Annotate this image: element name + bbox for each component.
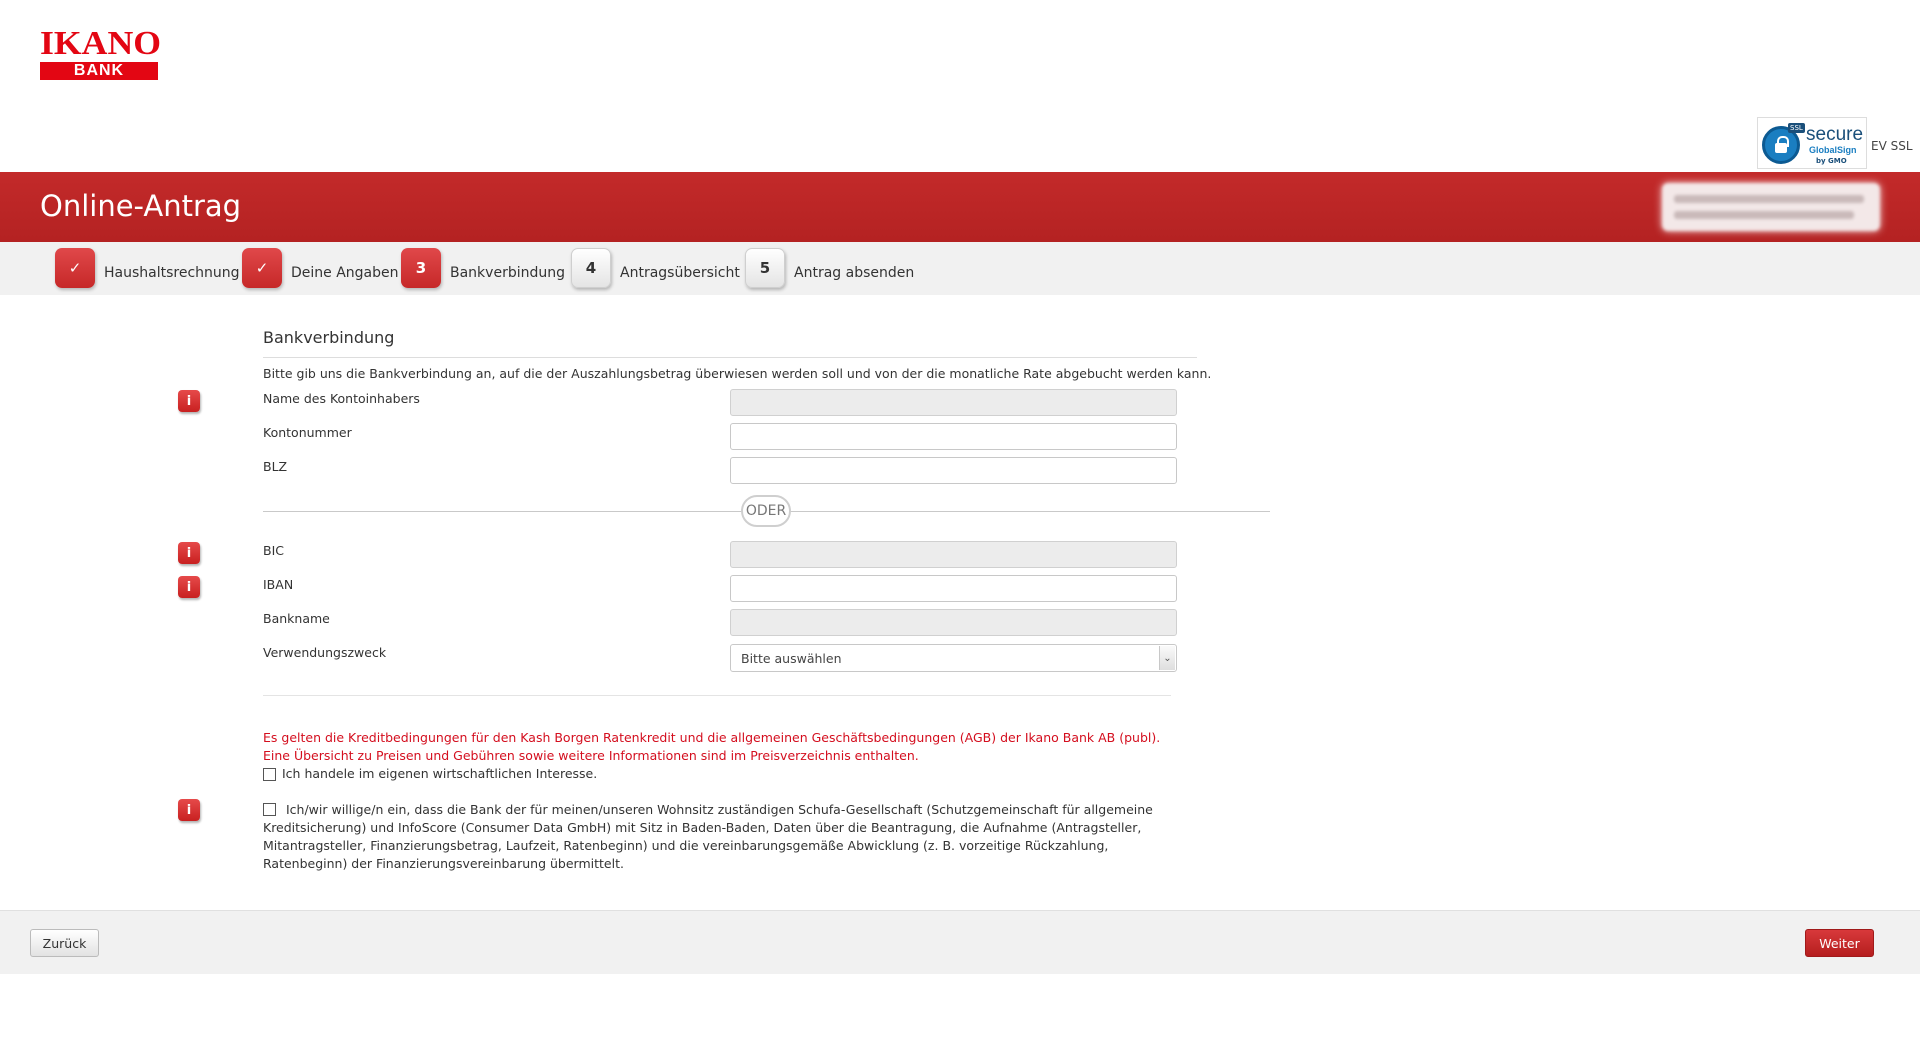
step-number: 4	[571, 248, 611, 288]
step-number: 5	[745, 248, 785, 288]
schufa-consent[interactable]: Ich/wir willige/n ein, dass die Bank der…	[263, 801, 1193, 873]
step-label: Bankverbindung	[450, 265, 565, 281]
step-haushaltsrechnung[interactable]: ✓ Haushaltsrechnung	[55, 248, 240, 288]
info-icon[interactable]: i	[178, 542, 200, 564]
chevron-down-icon[interactable]: ⌄	[1159, 646, 1175, 670]
ssl-secure-text: secure	[1806, 124, 1864, 145]
ikano-bank-logo[interactable]: IKANO BANK	[40, 27, 161, 80]
section-title: Bankverbindung	[263, 328, 395, 347]
step-label: Antrag absenden	[794, 265, 915, 281]
label-kontoinhaber: Name des Kontoinhabers	[263, 391, 420, 406]
progress-steps: ✓ Haushaltsrechnung ✓ Deine Angaben 3 Ba…	[0, 242, 1920, 295]
ssl-tag: SSL	[1788, 123, 1805, 133]
step-deine-angaben[interactable]: ✓ Deine Angaben	[242, 248, 399, 288]
select-value: Bitte auswählen	[741, 651, 842, 666]
step-check-icon: ✓	[242, 248, 282, 288]
back-button[interactable]: Zurück	[30, 929, 99, 957]
ssl-seal[interactable]: SSL secure GlobalSign by GMO	[1757, 117, 1867, 169]
verwendungszweck-select[interactable]: Bitte auswählen ⌄	[730, 644, 1177, 672]
label-iban: IBAN	[263, 577, 294, 592]
step-label: Deine Angaben	[291, 265, 399, 281]
info-icon[interactable]: i	[178, 576, 200, 598]
step-number: 3	[401, 248, 441, 288]
blz-field[interactable]	[730, 457, 1177, 484]
ev-ssl-label: EV SSL	[1871, 139, 1913, 153]
page-banner: Online-Antrag	[0, 172, 1920, 242]
step-label: Haushaltsrechnung	[104, 265, 240, 281]
step-bankverbindung[interactable]: 3 Bankverbindung	[401, 248, 565, 288]
interest-checkbox-row[interactable]: Ich handele im eigenen wirtschaftlichen …	[263, 766, 597, 781]
info-icon[interactable]: i	[178, 390, 200, 412]
section-divider	[263, 357, 1197, 358]
next-button[interactable]: Weiter	[1805, 929, 1874, 957]
label-kontonummer: Kontonummer	[263, 425, 352, 440]
label-blz: BLZ	[263, 459, 288, 474]
label-bic: BIC	[263, 543, 284, 558]
label-bankname: Bankname	[263, 611, 330, 626]
step-antrag-absenden: 5 Antrag absenden	[745, 248, 914, 288]
terms-text-line2: Eine Übersicht zu Preisen und Gebühren s…	[263, 748, 919, 763]
step-label: Antragsübersicht	[620, 265, 740, 281]
label-verwendungszweck: Verwendungszweck	[263, 645, 387, 660]
iban-field[interactable]	[730, 575, 1177, 602]
terms-text-line1: Es gelten die Kreditbedingungen für den …	[263, 730, 1161, 745]
logo-wordmark: IKANO	[40, 25, 161, 62]
kontoinhaber-field	[730, 389, 1177, 416]
interest-checkbox[interactable]	[263, 768, 276, 781]
interest-checkbox-label: Ich handele im eigenen wirtschaftlichen …	[282, 766, 598, 781]
schufa-checkbox[interactable]	[263, 803, 276, 816]
step-check-icon: ✓	[55, 248, 95, 288]
step-antragsuebersicht: 4 Antragsübersicht	[571, 248, 740, 288]
schufa-consent-text: Ich/wir willige/n ein, dass die Bank der…	[263, 802, 1153, 871]
oder-badge: ODER	[741, 495, 791, 527]
info-icon[interactable]: i	[178, 799, 200, 821]
page-title: Online-Antrag	[40, 189, 242, 223]
form-separator	[263, 695, 1171, 696]
ssl-provider: GlobalSign	[1809, 145, 1857, 155]
bankname-field	[730, 609, 1177, 636]
logo-bank-bar: BANK	[40, 62, 158, 80]
ssl-provider-sub: by GMO	[1816, 157, 1847, 165]
contact-info-box-blurred	[1662, 183, 1880, 231]
form-intro: Bitte gib uns die Bankverbindung an, auf…	[263, 366, 1212, 381]
kontonummer-field[interactable]	[730, 423, 1177, 450]
bic-field	[730, 541, 1177, 568]
form-footer: Zurück Weiter	[0, 910, 1920, 974]
